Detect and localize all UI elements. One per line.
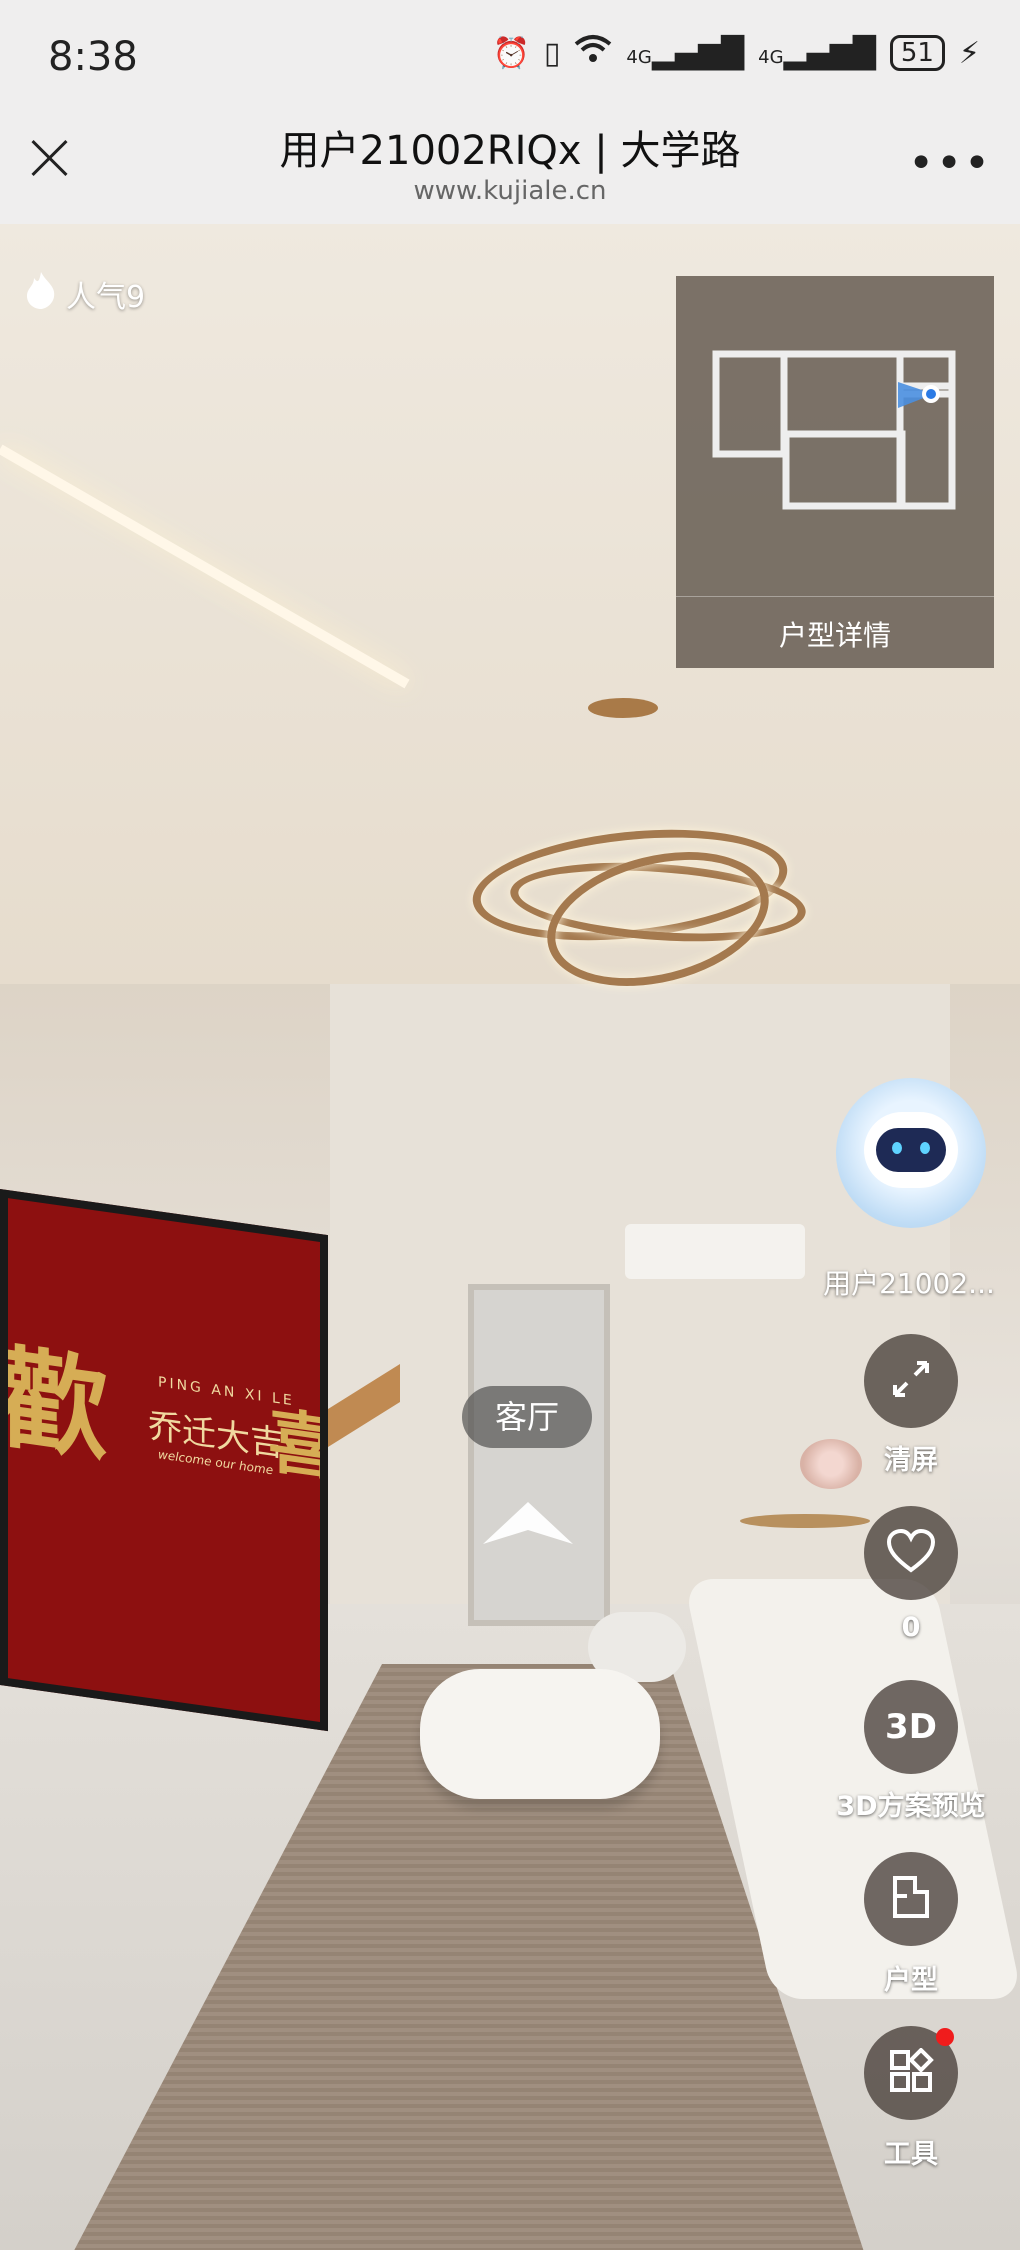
more-icon[interactable]: ••• — [908, 138, 992, 189]
status-icons: ⏰ ▯ 4G▂▄▆█ 4G▂▄▆█ 51 ⚡ — [493, 34, 980, 72]
flame-icon — [24, 270, 58, 318]
alarm-icon: ⏰ — [492, 35, 530, 71]
floorplan-minimap[interactable]: 户型详情 — [676, 276, 994, 668]
heart-icon — [886, 1528, 936, 1577]
floorplan-button[interactable] — [864, 1852, 958, 1946]
network-label: 4G — [626, 46, 652, 68]
nav-arrow-icon[interactable] — [481, 1500, 575, 1546]
vibrate-icon: ▯ — [543, 35, 561, 71]
like-button[interactable] — [864, 1506, 958, 1600]
expand-icon — [889, 1357, 933, 1405]
side-table — [740, 1514, 870, 1528]
room-tag-living-room[interactable]: 客厅 — [462, 1386, 592, 1448]
tools-icon — [888, 2047, 934, 2098]
fullscreen-label: 清屏 — [884, 1445, 938, 1476]
minimap-plan — [676, 276, 994, 596]
title-bar: 用户21002RIQx | 大学路 www.kujiale.cn ••• — [0, 118, 1020, 224]
assistant-avatar[interactable] — [836, 1078, 986, 1228]
tv-character-left: 歡 — [0, 1331, 108, 1477]
status-time: 8:38 — [48, 34, 138, 80]
popularity-badge: 人气9 — [24, 270, 145, 318]
door — [468, 1284, 610, 1626]
signal-icon-2: 4G▂▄▆█ — [758, 35, 876, 71]
back-wall — [330, 984, 950, 1624]
charging-icon: ⚡ — [958, 35, 980, 71]
notification-dot — [936, 2028, 954, 2046]
floorplan-label: 户型 — [884, 1965, 938, 1996]
robot-icon — [864, 1112, 958, 1188]
popularity-text: 人气9 — [66, 280, 146, 315]
tools-label: 工具 — [884, 2139, 938, 2170]
rotate-3d-icon: 3D — [885, 1707, 937, 1747]
battery-indicator: 51 — [889, 35, 945, 71]
avatar-name[interactable]: 用户21002... — [818, 1262, 1000, 1302]
preview-3d-button[interactable]: 3D — [864, 1680, 958, 1774]
network-label-2: 4G — [758, 46, 784, 68]
like-count: 0 — [901, 1612, 921, 1643]
fullscreen-button[interactable] — [864, 1334, 958, 1428]
wifi-icon — [574, 34, 612, 72]
signal-icon: 4G▂▄▆█ — [626, 35, 745, 71]
coffee-table — [420, 1669, 660, 1799]
minimap-divider — [676, 596, 994, 597]
tv-character-right: 喜 — [268, 1398, 328, 1492]
page-url: www.kujiale.cn — [413, 176, 607, 206]
tv-screen: 歡 PING AN XI LE 乔迁大吉 welcome our home 喜 — [0, 1189, 328, 1732]
page-title: 用户21002RIQx | 大学路 — [279, 128, 741, 174]
air-conditioner — [625, 1224, 805, 1279]
floorplan-icon — [889, 1874, 933, 1924]
chandelier-base — [588, 698, 658, 718]
preview-3d-label: 3D方案预览 — [836, 1791, 986, 1822]
floorplan-details-link[interactable]: 户型详情 — [676, 614, 994, 654]
status-bar: 8:38 ⏰ ▯ 4G▂▄▆█ 4G▂▄▆█ 51 ⚡ — [0, 0, 1020, 118]
